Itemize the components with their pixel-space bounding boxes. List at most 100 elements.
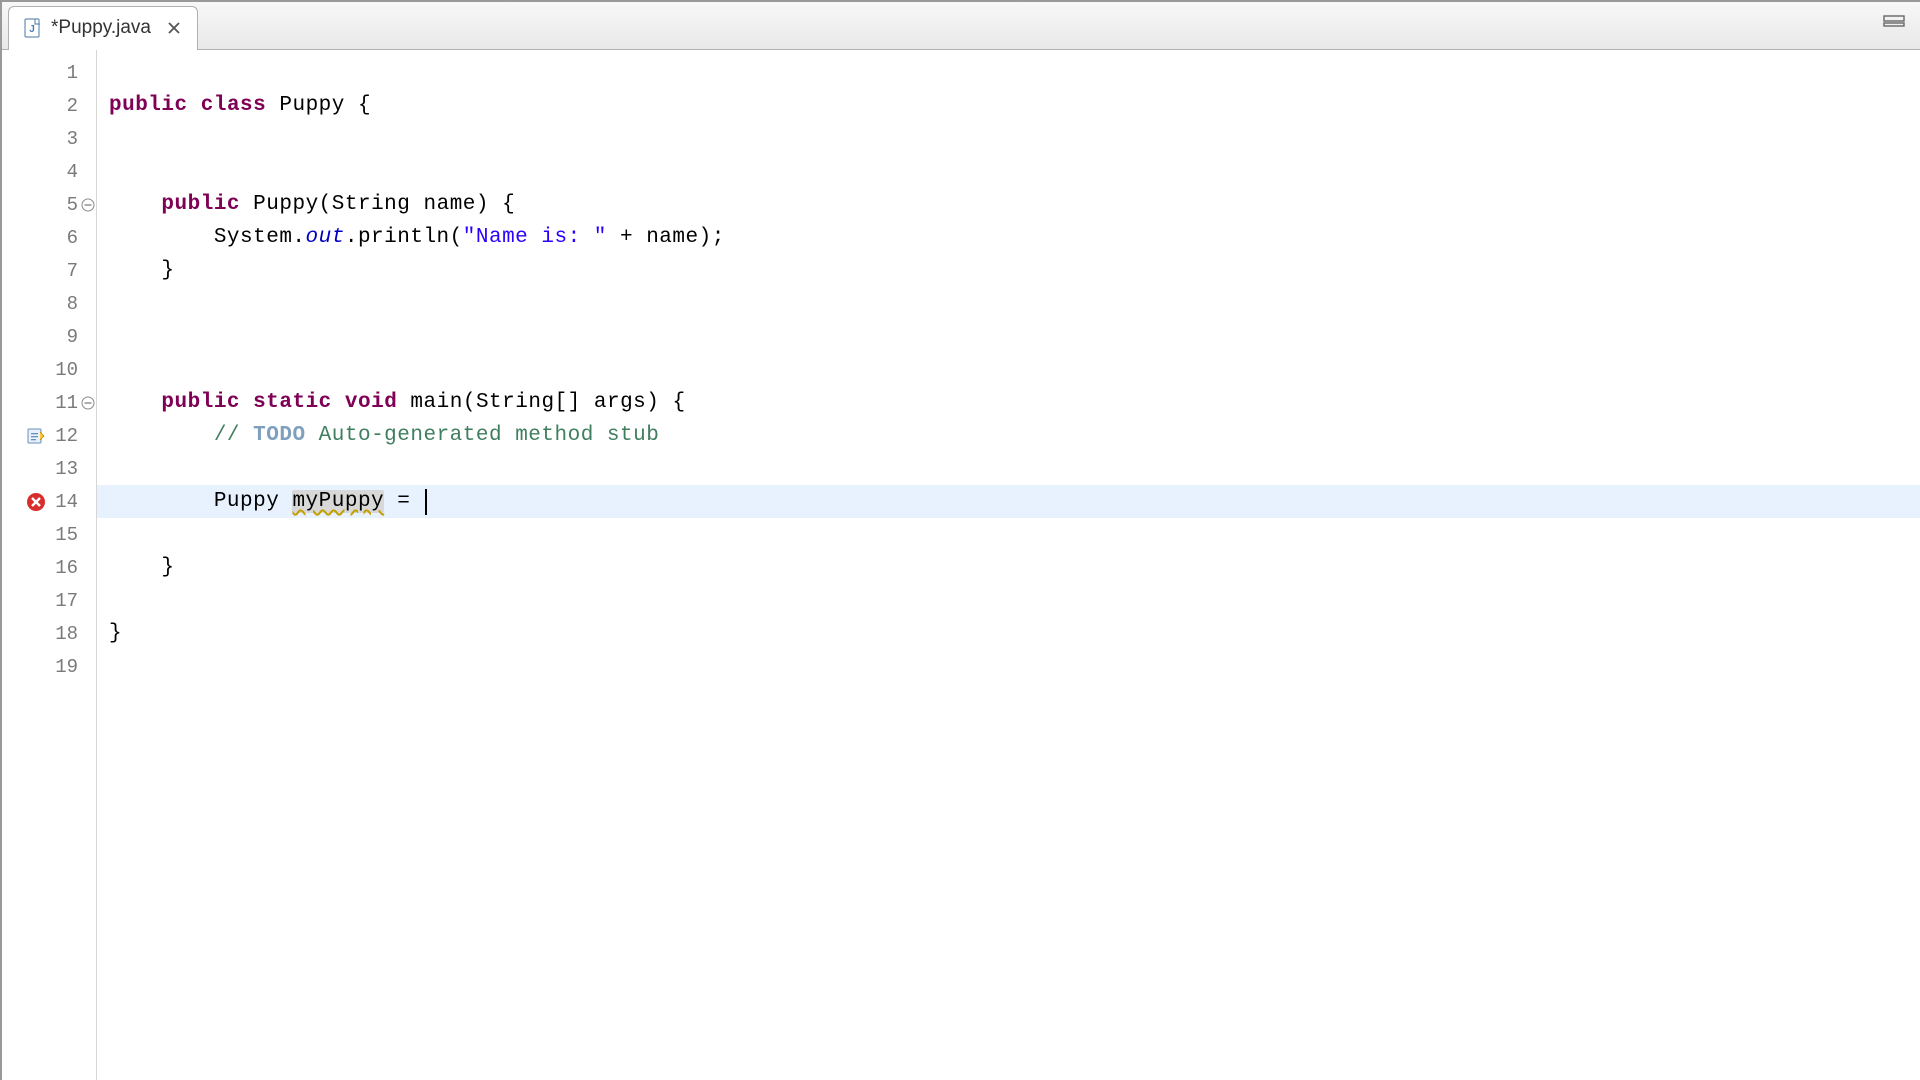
gutter-line: 1: [2, 56, 96, 89]
gutter-line: 9: [2, 320, 96, 353]
code-line[interactable]: [97, 155, 1920, 188]
line-number: 2: [67, 95, 78, 117]
line-number: 10: [55, 359, 78, 381]
line-number: 11: [55, 392, 78, 414]
gutter-line: 10: [2, 353, 96, 386]
code-token: TODO: [253, 424, 305, 447]
code-line[interactable]: Puppy myPuppy =: [97, 485, 1920, 518]
line-number: 7: [67, 260, 78, 282]
line-number: 18: [55, 623, 78, 645]
code-token: public: [109, 94, 188, 117]
code-token: Auto-generated method stub: [306, 424, 660, 447]
gutter-line: 15: [2, 518, 96, 551]
code-token: .println(: [345, 226, 463, 249]
gutter-line: 5: [2, 188, 96, 221]
code-line[interactable]: }: [97, 617, 1920, 650]
code-line[interactable]: // TODO Auto-generated method stub: [97, 419, 1920, 452]
line-gutter: 12345678910111213141516171819: [2, 50, 97, 1080]
code-token: [266, 94, 279, 117]
tab-label: *Puppy.java: [51, 17, 151, 39]
code-line[interactable]: [97, 122, 1920, 155]
gutter-line: 16: [2, 551, 96, 584]
code-token: [109, 424, 214, 447]
code-token: //: [214, 424, 253, 447]
line-number: 3: [67, 128, 78, 150]
code-token: + name);: [607, 226, 725, 249]
fold-toggle-icon[interactable]: [81, 198, 95, 212]
code-line[interactable]: [97, 287, 1920, 320]
line-number: 12: [55, 425, 78, 447]
code-line[interactable]: [97, 452, 1920, 485]
code-token: }: [109, 259, 175, 282]
line-number: 16: [55, 557, 78, 579]
code-line[interactable]: public Puppy(String name) {: [97, 188, 1920, 221]
line-number: 1: [67, 62, 78, 84]
code-line[interactable]: [97, 518, 1920, 551]
code-token: public: [161, 193, 240, 216]
code-token: Puppy: [253, 193, 319, 216]
gutter-line: 7: [2, 254, 96, 287]
line-number: 14: [55, 491, 78, 513]
code-token: [240, 391, 253, 414]
code-token: }: [109, 556, 175, 579]
tab-close-button[interactable]: [165, 19, 183, 37]
code-line[interactable]: [97, 650, 1920, 683]
line-number: 5: [67, 194, 78, 216]
minimize-view-button[interactable]: [1882, 14, 1906, 28]
code-token: =: [384, 490, 423, 513]
code-line[interactable]: [97, 56, 1920, 89]
gutter-line: 18: [2, 617, 96, 650]
gutter-line: 3: [2, 122, 96, 155]
line-number: 13: [55, 458, 78, 480]
svg-text:J: J: [29, 24, 35, 35]
code-line[interactable]: [97, 584, 1920, 617]
code-token: (String name) {: [319, 193, 516, 216]
quickfix-marker-icon[interactable]: [26, 426, 46, 446]
code-token: static: [253, 391, 332, 414]
code-token: [109, 391, 161, 414]
code-token: Puppy: [279, 94, 345, 117]
code-line[interactable]: [97, 320, 1920, 353]
gutter-line: 4: [2, 155, 96, 188]
code-token: System.: [109, 226, 306, 249]
code-token: [109, 193, 161, 216]
code-area[interactable]: public class Puppy { public Puppy(String…: [97, 50, 1920, 1080]
code-token: [240, 193, 253, 216]
line-number: 9: [67, 326, 78, 348]
code-token: (String[] args) {: [463, 391, 686, 414]
tab-bar: J *Puppy.java: [2, 2, 1920, 50]
line-number: 6: [67, 227, 78, 249]
line-number: 8: [67, 293, 78, 315]
code-token: [188, 94, 201, 117]
code-line[interactable]: public static void main(String[] args) {: [97, 386, 1920, 419]
line-number: 15: [55, 524, 78, 546]
line-number: 4: [67, 161, 78, 183]
gutter-line: 19: [2, 650, 96, 683]
fold-toggle-icon[interactable]: [81, 396, 95, 410]
gutter-line: 6: [2, 221, 96, 254]
line-number: 19: [55, 656, 78, 678]
gutter-line: 14: [2, 485, 96, 518]
code-token: [332, 391, 345, 414]
gutter-line: 13: [2, 452, 96, 485]
code-line[interactable]: }: [97, 551, 1920, 584]
gutter-line: 11: [2, 386, 96, 419]
text-cursor: [425, 489, 427, 515]
error-marker-icon[interactable]: [26, 492, 46, 512]
code-line[interactable]: System.out.println("Name is: " + name);: [97, 221, 1920, 254]
code-token: myPuppy: [292, 490, 384, 513]
code-token: main: [410, 391, 462, 414]
java-file-icon: J: [23, 18, 43, 38]
code-token: public: [161, 391, 240, 414]
code-token: "Name is: ": [463, 226, 607, 249]
editor-tab[interactable]: J *Puppy.java: [8, 6, 198, 50]
code-token: }: [109, 622, 122, 645]
code-line[interactable]: [97, 353, 1920, 386]
editor-wrap: 12345678910111213141516171819 public cla…: [2, 50, 1920, 1080]
code-line[interactable]: }: [97, 254, 1920, 287]
gutter-line: 12: [2, 419, 96, 452]
line-number: 17: [55, 590, 78, 612]
code-token: void: [345, 391, 397, 414]
code-line[interactable]: public class Puppy {: [97, 89, 1920, 122]
code-token: out: [306, 226, 345, 249]
